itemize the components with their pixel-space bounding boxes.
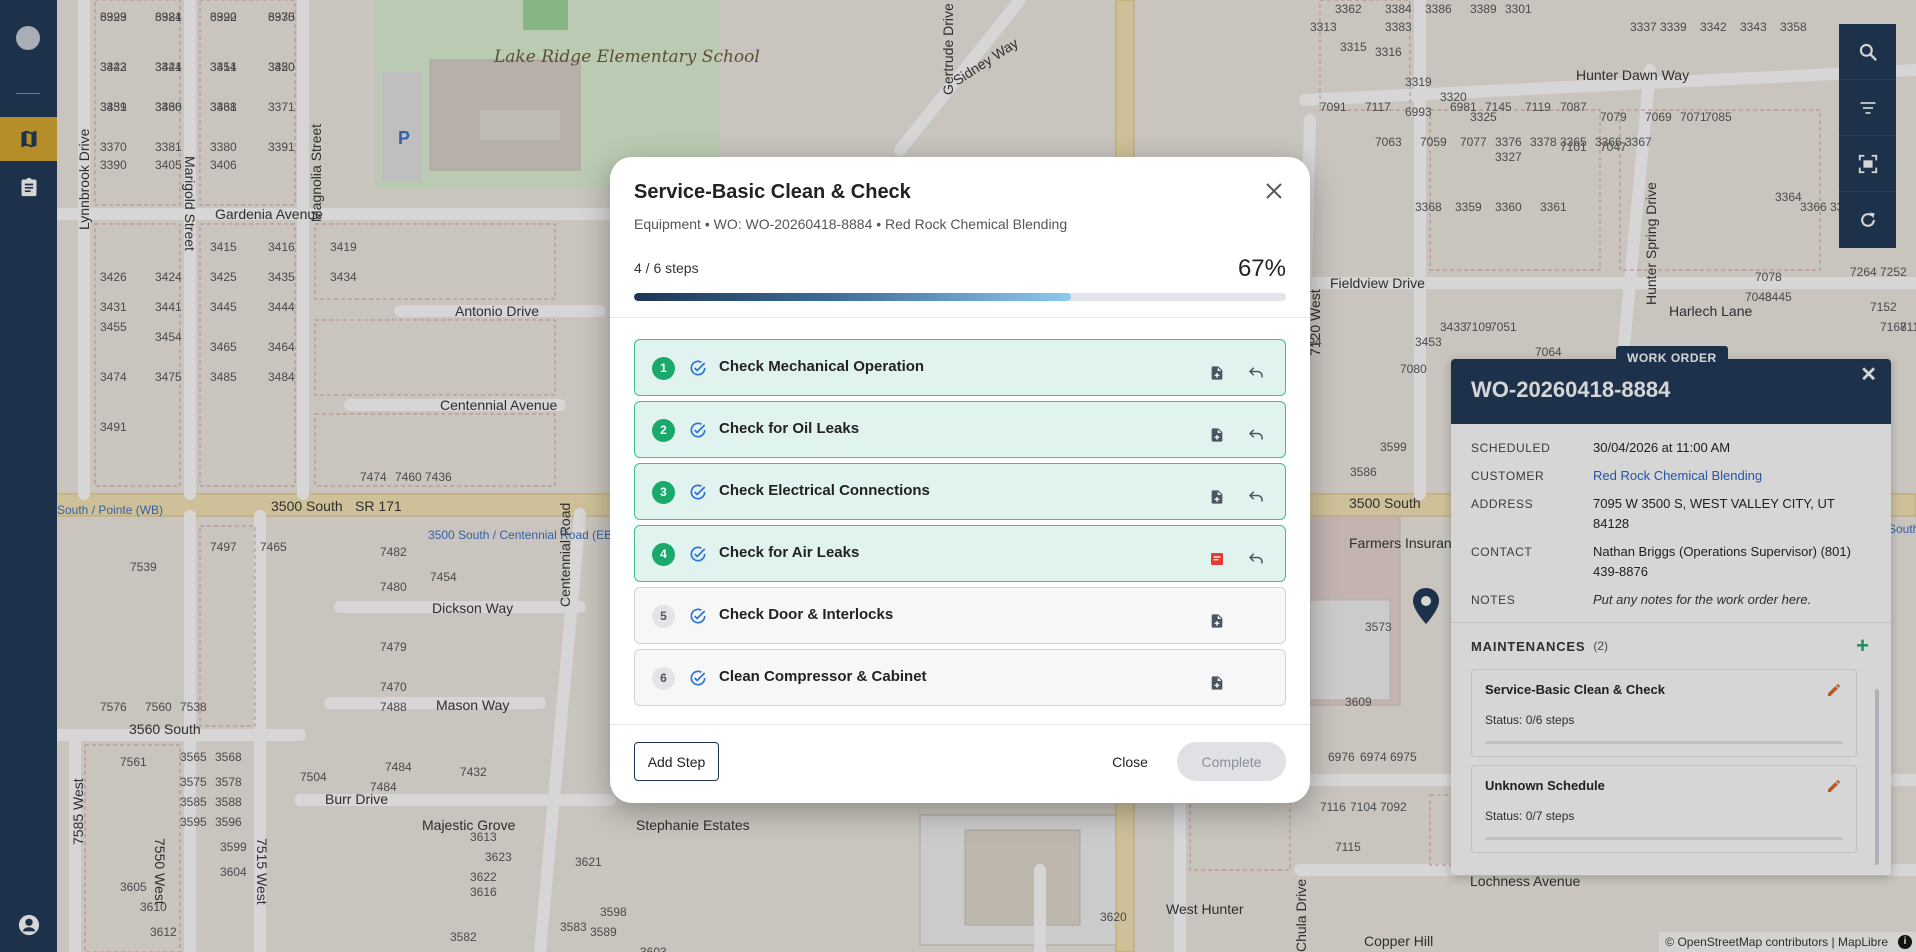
step-number-badge: 1 [652,357,675,380]
checklist-step[interactable]: 1 Check Mechanical Operation [634,339,1286,396]
divider [610,724,1310,725]
document-icon[interactable] [1209,675,1225,691]
step-label: Check Door & Interlocks [719,606,894,623]
document-icon[interactable] [1209,613,1225,629]
checklist-step[interactable]: 6 Clean Compressor & Cabinet [634,649,1286,706]
undo-icon[interactable] [1247,364,1265,382]
progress-bar-fill [634,293,1071,301]
check-circle-icon[interactable] [688,544,708,564]
maintenance-checklist-dialog: Service-Basic Clean & Check Equipment • … [610,157,1310,803]
undo-icon[interactable] [1247,426,1265,444]
document-icon[interactable] [1209,427,1225,443]
step-number-badge: 6 [652,667,675,690]
step-label: Check Mechanical Operation [719,358,925,375]
check-circle-icon[interactable] [688,482,708,502]
close-button[interactable]: Close [1100,745,1160,779]
checklist-step[interactable]: 3 Check Electrical Connections [634,463,1286,520]
note-icon[interactable] [1209,551,1225,567]
checklist-step[interactable]: 2 Check for Oil Leaks [634,401,1286,458]
undo-icon[interactable] [1247,550,1265,568]
check-circle-icon[interactable] [688,358,708,378]
step-label: Check Electrical Connections [719,482,930,499]
step-number-badge: 3 [652,481,675,504]
progress-bar [634,293,1286,301]
step-number-badge: 2 [652,419,675,442]
document-icon[interactable] [1209,365,1225,381]
dialog-subtitle: Equipment • WO: WO-20260418-8884 • Red R… [634,216,1068,232]
step-number-badge: 5 [652,605,675,628]
checklist-step[interactable]: 4 Check for Air Leaks [634,525,1286,582]
check-circle-icon[interactable] [688,420,708,440]
undo-icon[interactable] [1247,488,1265,506]
check-circle-icon[interactable] [688,606,708,626]
complete-button[interactable]: Complete [1177,742,1286,781]
progress-percent: 67% [1237,255,1286,282]
checklist-step[interactable]: 5 Check Door & Interlocks [634,587,1286,644]
step-number-badge: 4 [652,543,675,566]
step-label: Clean Compressor & Cabinet [719,668,927,685]
step-label: Check for Oil Leaks [719,420,860,437]
add-step-button[interactable]: Add Step [634,742,719,781]
close-icon[interactable] [1262,179,1286,203]
document-icon[interactable] [1209,489,1225,505]
check-circle-icon[interactable] [688,668,708,688]
step-label: Check for Air Leaks [719,544,860,561]
dialog-title: Service-Basic Clean & Check [634,181,911,203]
divider [610,317,1310,318]
steps-counter: 4 / 6 steps [634,260,699,276]
